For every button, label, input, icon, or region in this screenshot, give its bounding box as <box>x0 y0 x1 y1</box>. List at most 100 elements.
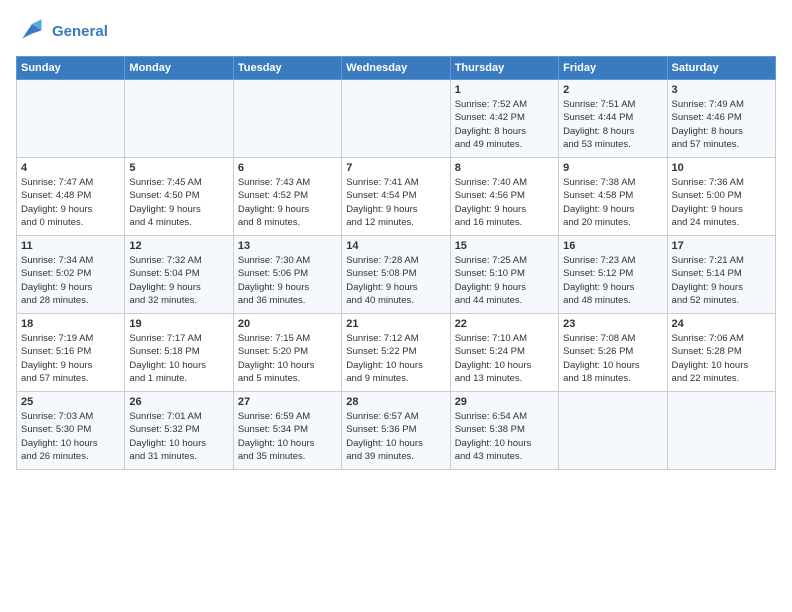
day-number: 15 <box>455 240 554 252</box>
day-content: Sunrise: 7:47 AM Sunset: 4:48 PM Dayligh… <box>21 176 120 229</box>
day-content: Sunrise: 7:12 AM Sunset: 5:22 PM Dayligh… <box>346 332 445 385</box>
day-content: Sunrise: 7:28 AM Sunset: 5:08 PM Dayligh… <box>346 254 445 307</box>
day-content: Sunrise: 7:30 AM Sunset: 5:06 PM Dayligh… <box>238 254 337 307</box>
column-header-thursday: Thursday <box>450 57 558 80</box>
day-number: 27 <box>238 396 337 408</box>
day-number: 9 <box>563 162 662 174</box>
day-content: Sunrise: 7:34 AM Sunset: 5:02 PM Dayligh… <box>21 254 120 307</box>
day-number: 16 <box>563 240 662 252</box>
day-number: 28 <box>346 396 445 408</box>
day-cell: 5Sunrise: 7:45 AM Sunset: 4:50 PM Daylig… <box>125 158 233 236</box>
day-cell: 12Sunrise: 7:32 AM Sunset: 5:04 PM Dayli… <box>125 236 233 314</box>
day-number: 25 <box>21 396 120 408</box>
day-number: 20 <box>238 318 337 330</box>
column-header-wednesday: Wednesday <box>342 57 450 80</box>
day-number: 29 <box>455 396 554 408</box>
day-content: Sunrise: 7:21 AM Sunset: 5:14 PM Dayligh… <box>672 254 771 307</box>
day-cell: 17 Sunrise: 7:21 AM Sunset: 5:14 PM Dayli… <box>667 236 775 314</box>
day-cell <box>342 80 450 158</box>
day-cell: 27 Sunrise: 6:59 AM Sunset: 5:34 PM Dayli… <box>233 392 341 470</box>
day-cell <box>17 80 125 158</box>
logo-text: General <box>52 23 108 41</box>
day-cell: 21 Sunrise: 7:12 AM Sunset: 5:22 PM Dayli… <box>342 314 450 392</box>
header: General <box>16 16 776 48</box>
day-number: 5 <box>129 162 228 174</box>
column-header-sunday: Sunday <box>17 57 125 80</box>
day-content: Sunrise: 7:23 AM Sunset: 5:12 PM Dayligh… <box>563 254 662 307</box>
day-cell <box>667 392 775 470</box>
page: General SundayMondayTuesdayWednesdayThur… <box>0 0 792 612</box>
day-number: 1 <box>455 84 554 96</box>
day-number: 24 <box>672 318 771 330</box>
day-cell: 11 Sunrise: 7:34 AM Sunset: 5:02 PM Dayli… <box>17 236 125 314</box>
day-cell: 9 Sunrise: 7:38 AM Sunset: 4:58 PM Daylig… <box>559 158 667 236</box>
day-number: 22 <box>455 318 554 330</box>
day-content: Sunrise: 6:59 AM Sunset: 5:34 PM Dayligh… <box>238 410 337 463</box>
day-cell <box>233 80 341 158</box>
day-cell: 16 Sunrise: 7:23 AM Sunset: 5:12 PM Dayli… <box>559 236 667 314</box>
day-content: Sunrise: 7:43 AM Sunset: 4:52 PM Dayligh… <box>238 176 337 229</box>
calendar-table: SundayMondayTuesdayWednesdayThursdayFrid… <box>16 56 776 470</box>
day-content: Sunrise: 7:38 AM Sunset: 4:58 PM Dayligh… <box>563 176 662 229</box>
day-number: 13 <box>238 240 337 252</box>
day-cell: 4Sunrise: 7:47 AM Sunset: 4:48 PM Daylig… <box>17 158 125 236</box>
day-content: Sunrise: 7:19 AM Sunset: 5:16 PM Dayligh… <box>21 332 120 385</box>
day-number: 7 <box>346 162 445 174</box>
day-content: Sunrise: 6:57 AM Sunset: 5:36 PM Dayligh… <box>346 410 445 463</box>
day-content: Sunrise: 7:41 AM Sunset: 4:54 PM Dayligh… <box>346 176 445 229</box>
day-cell: 3 Sunrise: 7:49 AM Sunset: 4:46 PM Daylig… <box>667 80 775 158</box>
day-cell: 19 Sunrise: 7:17 AM Sunset: 5:18 PM Dayli… <box>125 314 233 392</box>
day-cell: 10Sunrise: 7:36 AM Sunset: 5:00 PM Dayli… <box>667 158 775 236</box>
logo-icon <box>16 16 48 48</box>
day-cell: 24 Sunrise: 7:06 AM Sunset: 5:28 PM Dayli… <box>667 314 775 392</box>
day-content: Sunrise: 7:36 AM Sunset: 5:00 PM Dayligh… <box>672 176 771 229</box>
day-cell: 26 Sunrise: 7:01 AM Sunset: 5:32 PM Dayli… <box>125 392 233 470</box>
column-header-friday: Friday <box>559 57 667 80</box>
day-number: 11 <box>21 240 120 252</box>
day-cell: 6 Sunrise: 7:43 AM Sunset: 4:52 PM Daylig… <box>233 158 341 236</box>
day-content: Sunrise: 7:17 AM Sunset: 5:18 PM Dayligh… <box>129 332 228 385</box>
day-number: 8 <box>455 162 554 174</box>
day-cell: 2 Sunrise: 7:51 AM Sunset: 4:44 PM Daylig… <box>559 80 667 158</box>
day-cell: 20 Sunrise: 7:15 AM Sunset: 5:20 PM Dayli… <box>233 314 341 392</box>
day-cell: 18 Sunrise: 7:19 AM Sunset: 5:16 PM Dayli… <box>17 314 125 392</box>
day-number: 18 <box>21 318 120 330</box>
column-header-monday: Monday <box>125 57 233 80</box>
day-cell: 22 Sunrise: 7:10 AM Sunset: 5:24 PM Dayli… <box>450 314 558 392</box>
day-number: 17 <box>672 240 771 252</box>
day-content: Sunrise: 7:25 AM Sunset: 5:10 PM Dayligh… <box>455 254 554 307</box>
week-row-1: 4Sunrise: 7:47 AM Sunset: 4:48 PM Daylig… <box>17 158 776 236</box>
day-number: 3 <box>672 84 771 96</box>
day-number: 19 <box>129 318 228 330</box>
week-row-2: 11 Sunrise: 7:34 AM Sunset: 5:02 PM Dayli… <box>17 236 776 314</box>
logo: General <box>16 16 108 48</box>
day-cell <box>559 392 667 470</box>
day-cell: 8Sunrise: 7:40 AM Sunset: 4:56 PM Daylig… <box>450 158 558 236</box>
day-cell: 15 Sunrise: 7:25 AM Sunset: 5:10 PM Dayli… <box>450 236 558 314</box>
day-content: Sunrise: 6:54 AM Sunset: 5:38 PM Dayligh… <box>455 410 554 463</box>
day-content: Sunrise: 7:52 AM Sunset: 4:42 PM Dayligh… <box>455 98 554 151</box>
day-content: Sunrise: 7:15 AM Sunset: 5:20 PM Dayligh… <box>238 332 337 385</box>
week-row-3: 18 Sunrise: 7:19 AM Sunset: 5:16 PM Dayli… <box>17 314 776 392</box>
day-cell: 28 Sunrise: 6:57 AM Sunset: 5:36 PM Dayli… <box>342 392 450 470</box>
day-cell: 7 Sunrise: 7:41 AM Sunset: 4:54 PM Daylig… <box>342 158 450 236</box>
day-content: Sunrise: 7:06 AM Sunset: 5:28 PM Dayligh… <box>672 332 771 385</box>
day-number: 2 <box>563 84 662 96</box>
column-header-saturday: Saturday <box>667 57 775 80</box>
day-content: Sunrise: 7:03 AM Sunset: 5:30 PM Dayligh… <box>21 410 120 463</box>
week-row-0: 1 Sunrise: 7:52 AM Sunset: 4:42 PM Daylig… <box>17 80 776 158</box>
day-cell: 1 Sunrise: 7:52 AM Sunset: 4:42 PM Daylig… <box>450 80 558 158</box>
week-row-4: 25 Sunrise: 7:03 AM Sunset: 5:30 PM Dayli… <box>17 392 776 470</box>
day-number: 21 <box>346 318 445 330</box>
day-content: Sunrise: 7:51 AM Sunset: 4:44 PM Dayligh… <box>563 98 662 151</box>
day-number: 26 <box>129 396 228 408</box>
day-content: Sunrise: 7:49 AM Sunset: 4:46 PM Dayligh… <box>672 98 771 151</box>
column-header-tuesday: Tuesday <box>233 57 341 80</box>
day-cell: 23Sunrise: 7:08 AM Sunset: 5:26 PM Dayli… <box>559 314 667 392</box>
day-cell: 13 Sunrise: 7:30 AM Sunset: 5:06 PM Dayli… <box>233 236 341 314</box>
day-content: Sunrise: 7:10 AM Sunset: 5:24 PM Dayligh… <box>455 332 554 385</box>
day-content: Sunrise: 7:32 AM Sunset: 5:04 PM Dayligh… <box>129 254 228 307</box>
day-number: 6 <box>238 162 337 174</box>
day-content: Sunrise: 7:01 AM Sunset: 5:32 PM Dayligh… <box>129 410 228 463</box>
day-cell <box>125 80 233 158</box>
